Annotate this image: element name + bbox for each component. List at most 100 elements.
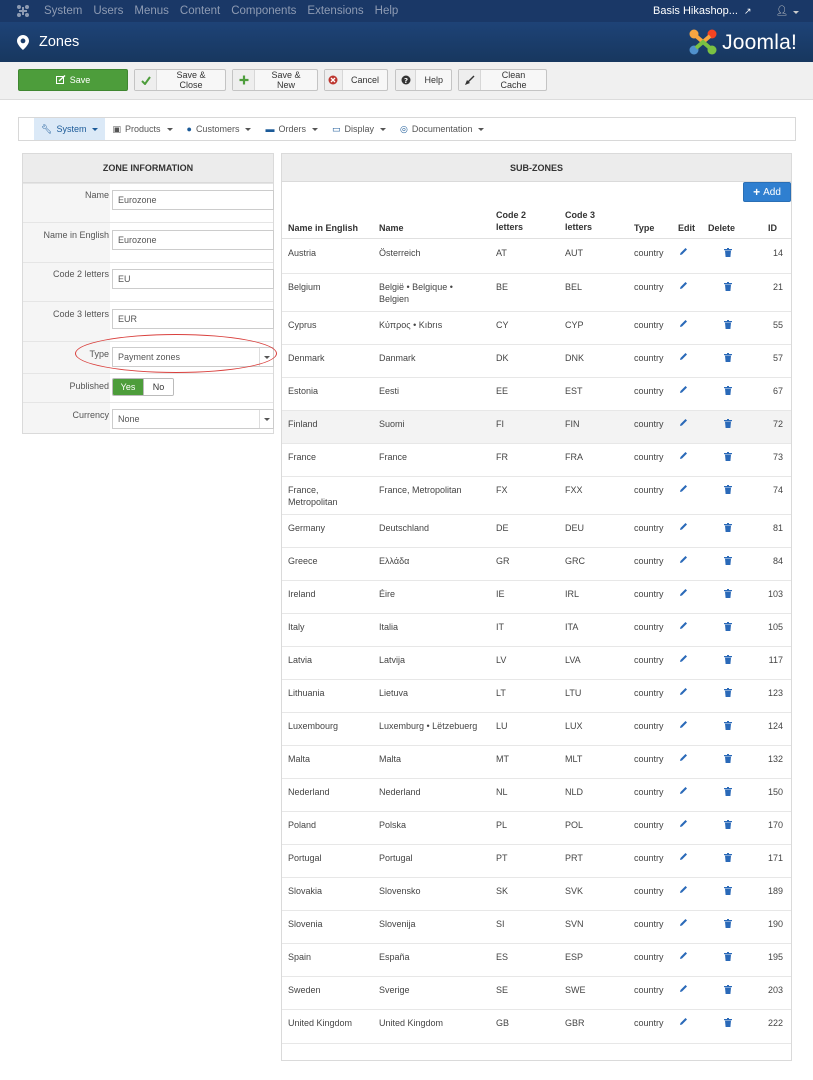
edit-pencil-icon[interactable]: [679, 753, 688, 762]
delete-trash-icon[interactable]: [724, 919, 732, 928]
delete-trash-icon[interactable]: [724, 353, 732, 362]
edit-pencil-icon[interactable]: [679, 418, 688, 427]
submenu-customers[interactable]: ● Customers: [180, 118, 259, 140]
currency-select[interactable]: None: [112, 409, 274, 429]
col-type[interactable]: Type: [634, 222, 654, 234]
monitor-icon: ▭: [331, 123, 341, 134]
delete-trash-icon[interactable]: [724, 754, 732, 763]
cell-name: France, Metropolitan: [379, 485, 462, 495]
code2-input[interactable]: EU: [112, 269, 274, 289]
edit-pencil-icon[interactable]: [679, 451, 688, 460]
cell-code2: LV: [496, 655, 507, 665]
edit-pencil-icon[interactable]: [679, 918, 688, 927]
cell-name-english: Finland: [288, 419, 318, 429]
submenu-documentation-label: Documentation: [411, 124, 473, 134]
delete-trash-icon[interactable]: [724, 248, 732, 257]
delete-trash-icon[interactable]: [724, 655, 732, 664]
edit-pencil-icon[interactable]: [679, 522, 688, 531]
cell-code3: ITA: [565, 622, 579, 632]
edit-pencil-icon[interactable]: [679, 484, 688, 493]
edit-pencil-icon[interactable]: [679, 319, 688, 328]
edit-pencil-icon[interactable]: [679, 687, 688, 696]
submenu-products[interactable]: ▣ Products: [105, 118, 179, 140]
zone-information-panel: ZONE INFORMATION Name Eurozone Name in E…: [22, 153, 274, 434]
menu-help[interactable]: Help: [375, 5, 399, 17]
cell-name: España: [379, 952, 410, 962]
menu-components[interactable]: Components: [231, 5, 296, 17]
delete-trash-icon[interactable]: [724, 853, 732, 862]
published-yes-button[interactable]: Yes: [113, 379, 143, 395]
joomla-logo-icon[interactable]: [16, 4, 30, 18]
edit-pencil-icon[interactable]: [679, 885, 688, 894]
menu-content[interactable]: Content: [180, 5, 220, 17]
edit-pencil-icon[interactable]: [679, 786, 688, 795]
delete-trash-icon[interactable]: [724, 320, 732, 329]
edit-pencil-icon[interactable]: [679, 352, 688, 361]
delete-trash-icon[interactable]: [724, 952, 732, 961]
col-name[interactable]: Name: [379, 222, 404, 234]
col-id[interactable]: ID: [768, 222, 777, 234]
menu-menus[interactable]: Menus: [134, 5, 169, 17]
delete-trash-icon[interactable]: [724, 721, 732, 730]
delete-trash-icon[interactable]: [724, 452, 732, 461]
cell-code3: LVA: [565, 655, 581, 665]
submenu-documentation[interactable]: ◎ Documentation: [393, 118, 491, 140]
submenu-orders[interactable]: ▬ Orders: [258, 118, 325, 140]
delete-trash-icon[interactable]: [724, 282, 732, 291]
cell-name: Sverige: [379, 985, 410, 995]
edit-pencil-icon[interactable]: [679, 852, 688, 861]
submenu-display[interactable]: ▭ Display: [325, 118, 393, 140]
delete-trash-icon[interactable]: [724, 985, 732, 994]
edit-pencil-icon[interactable]: [679, 984, 688, 993]
edit-pencil-icon[interactable]: [679, 951, 688, 960]
edit-pencil-icon[interactable]: [679, 281, 688, 290]
edit-pencil-icon[interactable]: [679, 555, 688, 564]
delete-trash-icon[interactable]: [724, 386, 732, 395]
cell-code3: FXX: [565, 485, 583, 495]
clean-cache-button[interactable]: Clean Cache: [458, 69, 547, 91]
delete-trash-icon[interactable]: [724, 787, 732, 796]
delete-trash-icon[interactable]: [724, 886, 732, 895]
user-menu-icon[interactable]: 👤︎: [776, 6, 799, 17]
submenu-customers-label: Customers: [195, 124, 240, 134]
edit-pencil-icon[interactable]: [679, 247, 688, 256]
delete-trash-icon[interactable]: [724, 556, 732, 565]
edit-pencil-icon[interactable]: [679, 1017, 688, 1026]
delete-trash-icon[interactable]: [724, 523, 732, 532]
submenu-system[interactable]: 🔧︎ System: [34, 118, 106, 140]
published-no-button[interactable]: No: [143, 379, 173, 395]
edit-pencil-icon[interactable]: [679, 654, 688, 663]
add-subzone-button[interactable]: + Add: [743, 182, 791, 202]
site-name-link[interactable]: Basis Hikashop...: [653, 5, 738, 17]
code3-input[interactable]: EUR: [112, 309, 274, 329]
delete-trash-icon[interactable]: [724, 589, 732, 598]
delete-trash-icon[interactable]: [724, 419, 732, 428]
edit-pencil-icon[interactable]: [679, 588, 688, 597]
edit-pencil-icon[interactable]: [679, 819, 688, 828]
delete-trash-icon[interactable]: [724, 485, 732, 494]
delete-trash-icon[interactable]: [724, 820, 732, 829]
delete-trash-icon[interactable]: [724, 622, 732, 631]
col-name-english[interactable]: Name in English: [288, 222, 358, 234]
name-input[interactable]: Eurozone: [112, 190, 274, 210]
save-new-button[interactable]: Save & New: [232, 69, 318, 91]
col-code3[interactable]: Code 3 letters: [565, 209, 595, 233]
menu-users[interactable]: Users: [93, 5, 123, 17]
menu-system[interactable]: System: [44, 5, 82, 17]
cancel-button[interactable]: Cancel: [324, 69, 388, 91]
cell-code3: FRA: [565, 452, 583, 462]
help-button[interactable]: ? Help: [395, 69, 452, 91]
col-code2[interactable]: Code 2 letters: [496, 209, 526, 233]
edit-pencil-icon[interactable]: [679, 385, 688, 394]
name-english-input[interactable]: Eurozone: [112, 230, 274, 250]
save-button[interactable]: Save: [18, 69, 128, 91]
table-row: Lithuania Lietuva LT LTU country 123: [282, 680, 791, 713]
edit-pencil-icon[interactable]: [679, 621, 688, 630]
save-close-button[interactable]: Save & Close: [134, 69, 226, 91]
delete-trash-icon[interactable]: [724, 1018, 732, 1027]
sub-zones-heading: SUB-ZONES: [282, 154, 791, 182]
delete-trash-icon[interactable]: [724, 688, 732, 697]
menu-extensions[interactable]: Extensions: [307, 5, 363, 17]
edit-pencil-icon[interactable]: [679, 720, 688, 729]
help-label: Help: [424, 75, 443, 85]
